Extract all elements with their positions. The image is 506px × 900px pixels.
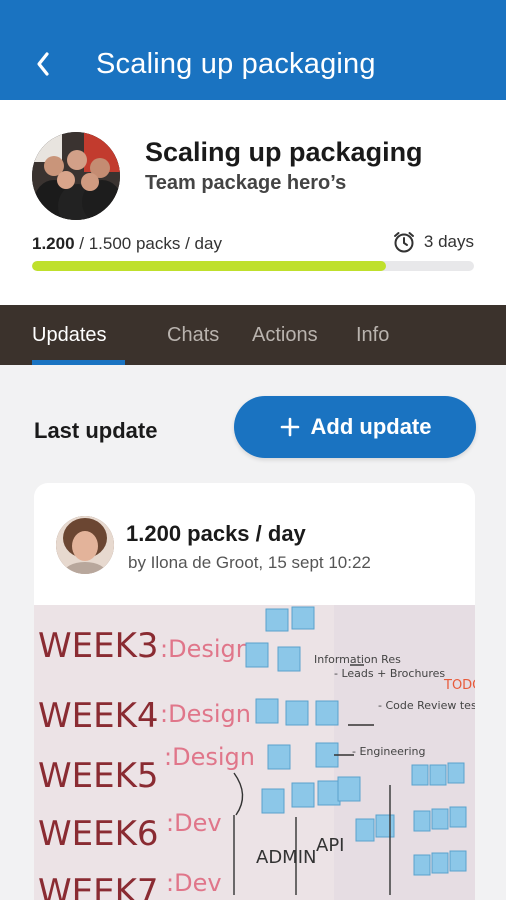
plus-icon — [280, 417, 299, 437]
section-label: Last update — [34, 418, 158, 443]
update-meta: by Ilona de Groot, 15 sept 10:22 — [128, 553, 371, 572]
update-title: 1.200 packs / day — [126, 521, 306, 546]
svg-text:API: API — [316, 835, 344, 856]
app-bar: Scaling up packaging — [0, 0, 506, 100]
alarm-clock-icon — [393, 232, 414, 253]
svg-text:WEEK3: WEEK3 — [38, 626, 159, 666]
svg-text:TODO: TODO — [443, 678, 475, 693]
tab-updates[interactable]: Updates — [32, 324, 107, 347]
update-card[interactable]: 1.200 packs / day by Ilona de Groot, 15 … — [34, 483, 475, 900]
svg-text:ADMIN: ADMIN — [256, 847, 316, 868]
duration: 3 days — [392, 230, 474, 254]
project-header: Scaling up packaging Team package hero’s… — [0, 100, 506, 305]
svg-text:WEEK6: WEEK6 — [38, 814, 159, 854]
chevron-left-icon — [37, 52, 49, 76]
duration-label: 3 days — [423, 232, 474, 251]
progress-target: / 1.500 packs / day — [74, 234, 222, 253]
tab-bar: Updates Chats Actions Info — [0, 305, 506, 365]
svg-text::Design: :Design — [160, 635, 251, 663]
back-button[interactable] — [26, 44, 60, 84]
svg-text:WEEK4: WEEK4 — [38, 696, 159, 736]
add-update-button[interactable]: Add update — [234, 396, 476, 458]
active-tab-indicator — [32, 360, 125, 365]
svg-text:WEEK7: WEEK7 — [38, 872, 159, 900]
svg-text::Dev: :Dev — [166, 809, 222, 837]
svg-text::Dev: :Dev — [166, 869, 222, 897]
progress-bar-fill — [32, 261, 386, 271]
project-team: Team package hero’s — [145, 172, 347, 194]
tab-chats[interactable]: Chats — [167, 324, 219, 347]
progress-text: 1.200 / 1.500 packs / day — [32, 234, 222, 254]
svg-text:Information Res: Information Res — [314, 653, 401, 666]
svg-text:WEEK5: WEEK5 — [38, 756, 159, 796]
tab-info[interactable]: Info — [356, 324, 389, 347]
svg-text::Design: :Design — [160, 700, 251, 728]
update-photo: WEEK3 WEEK4 WEEK5 WEEK6 WEEK7 :Design :D… — [34, 605, 475, 900]
progress-current: 1.200 — [32, 234, 75, 253]
tab-actions[interactable]: Actions — [252, 324, 318, 347]
svg-text::Design: :Design — [164, 743, 255, 771]
page-title: Scaling up packaging — [96, 48, 376, 80]
svg-text:- Engineering: - Engineering — [352, 745, 425, 758]
add-update-label: Add update — [310, 414, 432, 439]
progress-bar — [32, 261, 474, 271]
svg-text:- Code Review tests: - Code Review tests — [378, 699, 475, 712]
team-avatar — [32, 132, 120, 220]
project-title: Scaling up packaging — [145, 137, 423, 167]
svg-text:- Leads + Brochures: - Leads + Brochures — [334, 667, 445, 680]
author-avatar — [56, 516, 114, 574]
